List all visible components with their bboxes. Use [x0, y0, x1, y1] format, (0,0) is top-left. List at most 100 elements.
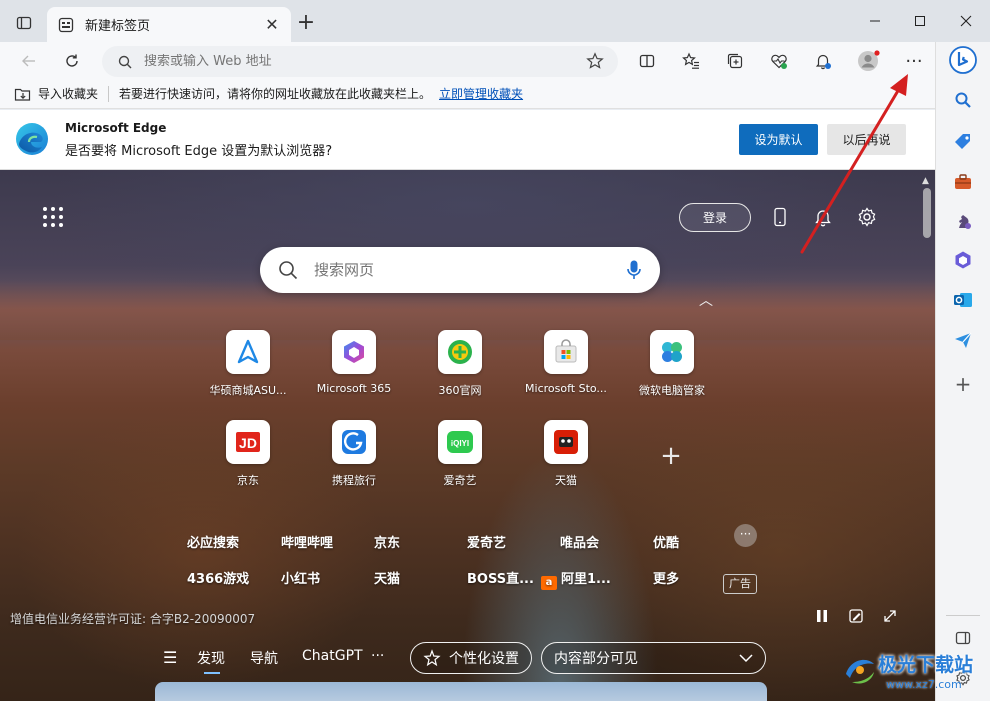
sidebar-games-button[interactable]: [951, 209, 975, 233]
360-icon: [438, 330, 482, 374]
tab-close-icon[interactable]: ✕: [263, 15, 281, 34]
add-shortcut-icon[interactable]: +: [657, 442, 685, 470]
quick-link[interactable]: 必应搜索: [187, 532, 239, 551]
iqiyi-icon: iQIYI: [438, 420, 482, 464]
sidebar-m365-button[interactable]: [951, 248, 975, 272]
feed-menu-icon[interactable]: ☰: [163, 648, 177, 667]
back-button[interactable]: [16, 48, 42, 74]
svg-text:iQIYI: iQIYI: [451, 439, 469, 448]
page-settings-gear-icon[interactable]: [855, 205, 879, 229]
content-visibility-dropdown[interactable]: 内容部分可见: [541, 642, 766, 674]
favorites-button[interactable]: [678, 48, 704, 74]
tab-actions-button[interactable]: [10, 9, 38, 37]
tile-pc-manager[interactable]: 微软电脑管家: [624, 330, 720, 410]
set-default-button[interactable]: 设为默认: [739, 124, 818, 155]
sidebar-add-icon[interactable]: +: [951, 372, 975, 396]
feed-tab-navigation[interactable]: 导航: [250, 648, 278, 668]
login-button[interactable]: 登录: [679, 203, 751, 232]
feed-tab-chatgpt[interactable]: ChatGPT: [302, 648, 363, 664]
notifications-button[interactable]: [810, 48, 836, 74]
tile-jd[interactable]: JD 京东: [200, 420, 296, 500]
sidebar-outlook-button[interactable]: [951, 288, 975, 312]
copilot-button[interactable]: [949, 46, 977, 74]
tab-title: 新建标签页: [85, 19, 151, 34]
quick-links-more-icon[interactable]: ···: [734, 524, 757, 547]
minimize-icon: [870, 20, 880, 22]
refresh-icon: [66, 54, 78, 67]
quick-link[interactable]: 京东: [374, 532, 400, 551]
quick-link[interactable]: BOSS直...: [467, 568, 534, 587]
feed-more[interactable]: ···: [371, 648, 384, 664]
avatar: [858, 50, 880, 71]
mobile-icon[interactable]: [768, 205, 792, 229]
tile-ctrip[interactable]: 携程旅行: [306, 420, 402, 500]
pause-background-icon[interactable]: [812, 606, 832, 626]
tab-actions-icon: [16, 16, 32, 30]
feed-card[interactable]: [155, 682, 767, 701]
tile-microsoft-store[interactable]: Microsoft Sto...: [518, 330, 614, 410]
settings-more-button[interactable]: ···: [901, 48, 927, 74]
maximize-button[interactable]: [900, 7, 940, 35]
collections-button[interactable]: [722, 48, 748, 74]
toolbox-icon: [955, 174, 971, 189]
tile-asus[interactable]: 华硕商城ASU...: [200, 330, 296, 410]
new-tab-button[interactable]: +: [294, 12, 318, 36]
sidebar-tools-button[interactable]: [951, 170, 975, 194]
import-favorites-button[interactable]: 导入收藏夹: [14, 85, 98, 102]
quick-link[interactable]: 唯品会: [560, 532, 599, 551]
favorite-star-icon[interactable]: [586, 52, 604, 73]
web-search-box[interactable]: [260, 247, 660, 293]
quick-link[interactable]: 更多: [653, 568, 679, 587]
quick-link[interactable]: 4366游戏: [187, 568, 249, 587]
page-scrollbar[interactable]: [920, 170, 935, 701]
jd-icon: JD: [226, 420, 270, 464]
microphone-icon[interactable]: [626, 259, 642, 281]
title-bar: 新建标签页 ✕ +: [0, 0, 990, 42]
minimize-button[interactable]: [855, 7, 895, 35]
chevron-down-icon: [739, 654, 753, 663]
quick-link[interactable]: 天猫: [374, 568, 400, 587]
expand-icon[interactable]: [880, 606, 900, 626]
tile-iqiyi[interactable]: iQIYI 爱奇艺: [412, 420, 508, 500]
asus-icon: [226, 330, 270, 374]
tile-label: 华硕商城ASU...: [209, 384, 287, 397]
manage-favorites-link[interactable]: 立即管理收藏夹: [439, 85, 523, 102]
page-bell-icon[interactable]: [811, 205, 835, 229]
browser-essentials-button[interactable]: [766, 48, 792, 74]
refresh-button[interactable]: [59, 48, 85, 74]
quick-link[interactable]: 爱奇艺: [467, 532, 506, 551]
apps-launcher-icon[interactable]: [43, 207, 63, 227]
split-screen-button[interactable]: [634, 48, 660, 74]
edit-background-icon[interactable]: [846, 606, 866, 626]
address-input[interactable]: [144, 54, 564, 69]
quick-link-alibaba[interactable]: a 阿里1...: [541, 568, 611, 590]
quick-link[interactable]: 小红书: [281, 568, 320, 587]
license-text[interactable]: 增值电信业务经营许可证: 合字B2-20090007: [10, 610, 255, 627]
collapse-chevron-icon[interactable]: ︿: [699, 290, 713, 310]
sidebar-send-button[interactable]: [951, 328, 975, 352]
alibaba-icon: a: [541, 576, 557, 590]
later-button[interactable]: 以后再说: [827, 124, 906, 155]
personalize-label: 个性化设置: [449, 651, 519, 667]
tab-new-tab[interactable]: 新建标签页 ✕: [47, 7, 291, 42]
tile-tmall[interactable]: 天猫: [518, 420, 614, 500]
quick-link[interactable]: 哔哩哔哩: [281, 532, 333, 551]
collections-icon: [727, 53, 743, 69]
sidebar-search-button[interactable]: [951, 88, 975, 112]
scroll-up-icon[interactable]: ▲: [922, 176, 929, 186]
personalize-button[interactable]: 个性化设置: [410, 642, 532, 674]
sidebar-layout-button[interactable]: [951, 626, 975, 650]
feed-tab-discover[interactable]: 发现: [197, 648, 225, 668]
tile-microsoft-365[interactable]: Microsoft 365: [306, 330, 402, 410]
sidebar-shopping-button[interactable]: [951, 130, 975, 154]
banner-message: 是否要将 Microsoft Edge 设置为默认浏览器?: [65, 144, 333, 159]
ctrip-icon: [332, 420, 376, 464]
scroll-thumb[interactable]: [923, 188, 931, 238]
address-bar[interactable]: [102, 46, 618, 77]
web-search-input[interactable]: [314, 261, 604, 279]
close-window-button[interactable]: [946, 7, 986, 35]
profile-button[interactable]: [856, 48, 882, 74]
tile-label: 爱奇艺: [443, 474, 477, 487]
tile-360[interactable]: 360官网: [412, 330, 508, 410]
quick-link[interactable]: 优酷: [653, 532, 679, 551]
